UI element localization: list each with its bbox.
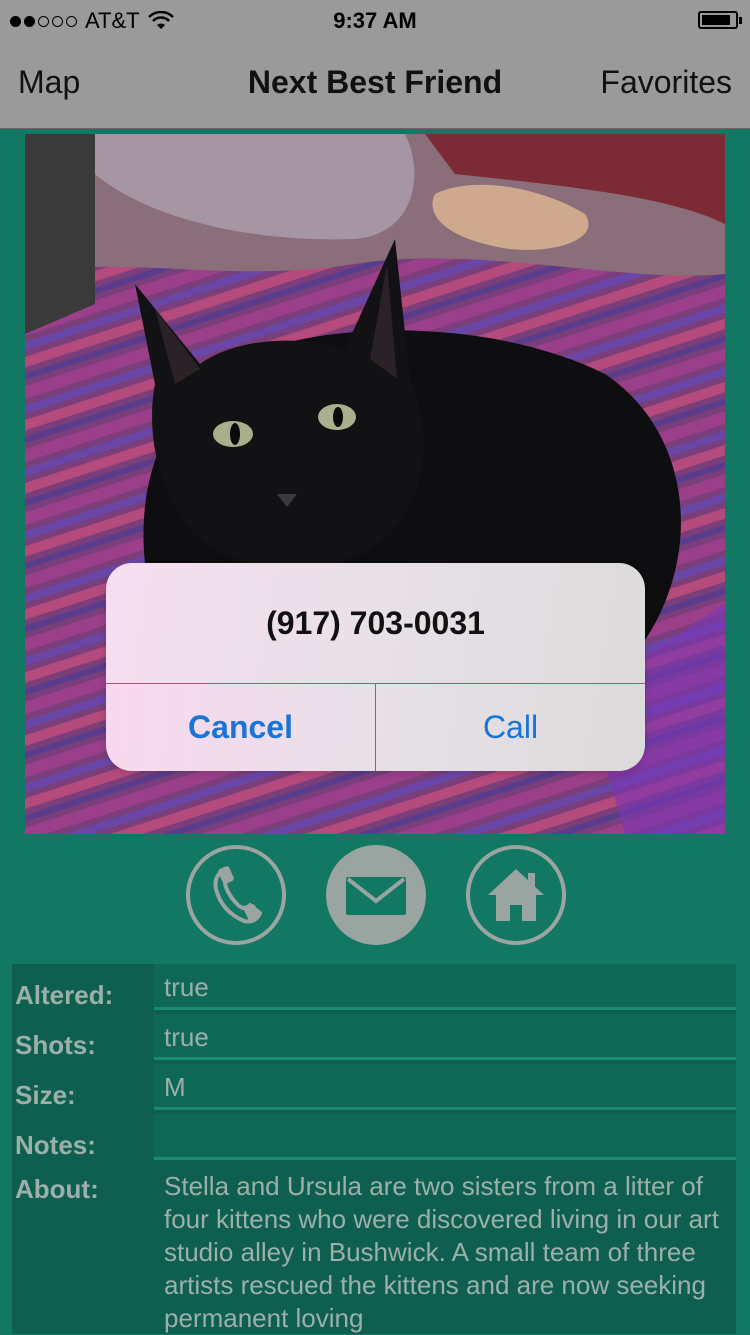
size-field: M: [154, 1064, 736, 1110]
size-label: Size:: [15, 1080, 76, 1110]
about-text: Stella and Ursula are two sisters from a…: [164, 1171, 719, 1333]
altered-field: true: [154, 964, 736, 1010]
navigation-bar: Map Next Best Friend Favorites: [0, 40, 750, 129]
about-label: About:: [15, 1174, 99, 1204]
call-confirm-button[interactable]: Call: [376, 684, 645, 771]
shots-field: true: [154, 1014, 736, 1060]
call-button[interactable]: [186, 845, 286, 945]
call-alert: (917) 703-0031 Cancel Call: [106, 563, 645, 771]
notes-field: [154, 1114, 736, 1160]
altered-label: Altered:: [15, 980, 114, 1010]
size-value: M: [164, 1072, 186, 1102]
status-time: 9:37 AM: [333, 8, 417, 33]
home-icon: [488, 869, 544, 921]
altered-value: true: [164, 972, 209, 1002]
website-button[interactable]: [466, 845, 566, 945]
pet-details: Altered: true Shots: true Size: M Notes:…: [12, 964, 736, 1334]
phone-icon: [213, 866, 262, 924]
notes-label: Notes:: [15, 1130, 96, 1160]
favorites-button[interactable]: Favorites: [600, 64, 732, 101]
shots-value: true: [164, 1022, 209, 1052]
battery-icon: [698, 11, 742, 29]
email-button[interactable]: [326, 845, 426, 945]
status-bar: AT&T 9:37 AM: [0, 0, 750, 40]
alert-phone-number: (917) 703-0031: [266, 605, 485, 641]
mail-icon: [346, 877, 406, 915]
shots-label: Shots:: [15, 1030, 96, 1060]
cancel-button[interactable]: Cancel: [106, 684, 375, 771]
